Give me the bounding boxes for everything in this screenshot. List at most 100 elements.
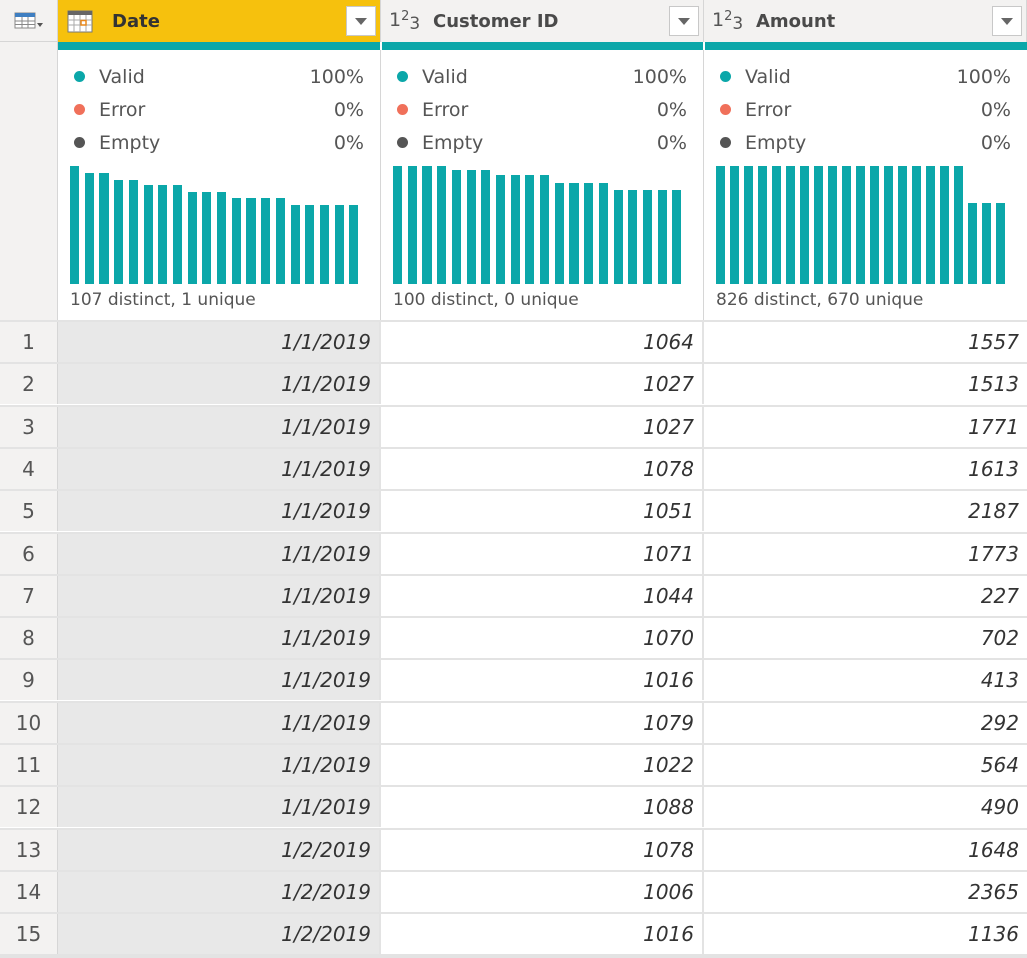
histogram-bar[interactable] bbox=[143, 184, 153, 284]
histogram-bar[interactable] bbox=[642, 189, 653, 284]
histogram-bar[interactable] bbox=[786, 166, 795, 284]
histogram-bar[interactable] bbox=[598, 182, 608, 284]
histogram-bar[interactable] bbox=[466, 169, 476, 284]
histogram-bar[interactable] bbox=[525, 175, 535, 284]
histogram-bar[interactable] bbox=[231, 197, 241, 284]
histogram-bar[interactable] bbox=[275, 197, 285, 284]
cell-customer-id[interactable]: 1022 bbox=[381, 745, 704, 785]
histogram-bar[interactable] bbox=[422, 166, 432, 284]
cell-amount[interactable]: 227 bbox=[704, 576, 1027, 616]
histogram-bar[interactable] bbox=[217, 191, 227, 284]
cell-amount[interactable]: 490 bbox=[704, 787, 1027, 827]
histogram-bar[interactable] bbox=[772, 166, 781, 284]
histogram-bar[interactable] bbox=[290, 204, 300, 284]
histogram-bar[interactable] bbox=[940, 166, 949, 284]
row-number[interactable]: 12 bbox=[0, 787, 58, 828]
cell-customer-id[interactable]: 1070 bbox=[381, 618, 704, 659]
table-menu-button[interactable] bbox=[0, 0, 58, 42]
histogram-bar[interactable] bbox=[569, 182, 579, 284]
histogram-bar[interactable] bbox=[172, 184, 183, 284]
histogram-bar[interactable] bbox=[481, 169, 491, 284]
histogram-bar[interactable] bbox=[584, 182, 594, 284]
row-number[interactable]: 1 bbox=[0, 322, 58, 362]
row-number[interactable]: 6 bbox=[0, 533, 58, 574]
cell-customer-id[interactable]: 1078 bbox=[381, 448, 704, 489]
cell-amount[interactable]: 1557 bbox=[704, 322, 1027, 362]
row-number[interactable]: 10 bbox=[0, 702, 58, 743]
histogram-bar[interactable] bbox=[554, 182, 564, 284]
histogram-bar[interactable] bbox=[730, 166, 739, 284]
cell-date[interactable]: 1/1/2019 bbox=[58, 491, 381, 532]
histogram-bar[interactable] bbox=[758, 166, 767, 284]
column-header-customer-id[interactable]: 123 Customer ID bbox=[381, 0, 704, 42]
row-number[interactable]: 8 bbox=[0, 618, 58, 659]
histogram-bar[interactable] bbox=[261, 197, 271, 284]
column-header-amount[interactable]: 123 Amount bbox=[704, 0, 1027, 42]
histogram-bar[interactable] bbox=[305, 204, 315, 284]
histogram-bar[interactable] bbox=[954, 166, 963, 284]
histogram-bar[interactable] bbox=[842, 166, 851, 284]
histogram-bar[interactable] bbox=[349, 204, 359, 284]
histogram-bar[interactable] bbox=[451, 169, 461, 284]
row-number[interactable]: 4 bbox=[0, 448, 58, 489]
column-filter-dropdown[interactable] bbox=[669, 6, 699, 36]
histogram-bar[interactable] bbox=[437, 166, 447, 284]
histogram-bar[interactable] bbox=[898, 166, 907, 284]
histogram-bar[interactable] bbox=[187, 191, 197, 284]
cell-date[interactable]: 1/1/2019 bbox=[58, 364, 381, 405]
histogram-bar[interactable] bbox=[716, 166, 725, 284]
histogram-bar[interactable] bbox=[912, 166, 921, 284]
histogram-bar[interactable] bbox=[657, 189, 667, 284]
histogram-bar[interactable] bbox=[982, 202, 991, 284]
histogram-bar[interactable] bbox=[540, 175, 550, 284]
cell-customer-id[interactable]: 1064 bbox=[381, 322, 704, 362]
cell-customer-id[interactable]: 1027 bbox=[381, 364, 704, 405]
histogram-bar[interactable] bbox=[407, 166, 417, 284]
cell-date[interactable]: 1/1/2019 bbox=[58, 618, 381, 659]
row-number[interactable]: 11 bbox=[0, 745, 58, 785]
row-number[interactable]: 5 bbox=[0, 491, 58, 532]
cell-customer-id[interactable]: 1079 bbox=[381, 702, 704, 743]
row-number[interactable]: 14 bbox=[0, 871, 58, 912]
histogram-bar[interactable] bbox=[744, 166, 753, 284]
cell-customer-id[interactable]: 1016 bbox=[381, 914, 704, 955]
histogram-bar[interactable] bbox=[800, 166, 809, 284]
histogram-bar[interactable] bbox=[672, 189, 682, 284]
row-number[interactable]: 9 bbox=[0, 660, 58, 701]
column-filter-dropdown[interactable] bbox=[992, 6, 1022, 36]
histogram-bar[interactable] bbox=[319, 204, 330, 284]
cell-customer-id[interactable]: 1078 bbox=[381, 829, 704, 870]
cell-amount[interactable]: 564 bbox=[704, 745, 1027, 785]
cell-date[interactable]: 1/2/2019 bbox=[58, 829, 381, 870]
cell-date[interactable]: 1/1/2019 bbox=[58, 702, 381, 743]
value-distribution-chart[interactable] bbox=[716, 166, 1010, 284]
cell-amount[interactable]: 1771 bbox=[704, 407, 1027, 447]
histogram-bar[interactable] bbox=[70, 166, 80, 284]
cell-customer-id[interactable]: 1071 bbox=[381, 533, 704, 574]
histogram-bar[interactable] bbox=[968, 202, 977, 284]
cell-amount[interactable]: 1136 bbox=[704, 914, 1027, 954]
cell-customer-id[interactable]: 1006 bbox=[381, 871, 704, 912]
cell-customer-id[interactable]: 1044 bbox=[381, 575, 704, 616]
cell-amount[interactable]: 413 bbox=[704, 660, 1027, 700]
cell-amount[interactable]: 1648 bbox=[704, 830, 1027, 870]
histogram-bar[interactable] bbox=[334, 204, 344, 284]
column-filter-dropdown[interactable] bbox=[346, 6, 376, 36]
histogram-bar[interactable] bbox=[99, 173, 109, 284]
histogram-bar[interactable] bbox=[814, 166, 823, 284]
cell-customer-id[interactable]: 1051 bbox=[381, 491, 704, 532]
cell-date[interactable]: 1/1/2019 bbox=[58, 533, 381, 574]
cell-amount[interactable]: 1613 bbox=[704, 449, 1027, 489]
histogram-bar[interactable] bbox=[628, 189, 638, 284]
cell-date[interactable]: 1/1/2019 bbox=[58, 745, 381, 785]
histogram-bar[interactable] bbox=[996, 202, 1005, 284]
histogram-bar[interactable] bbox=[128, 180, 138, 284]
histogram-bar[interactable] bbox=[613, 189, 623, 284]
cell-date[interactable]: 1/1/2019 bbox=[58, 660, 381, 701]
histogram-bar[interactable] bbox=[246, 197, 256, 284]
cell-amount[interactable]: 702 bbox=[704, 618, 1027, 658]
cell-amount[interactable]: 292 bbox=[704, 703, 1027, 743]
cell-date[interactable]: 1/1/2019 bbox=[58, 787, 381, 828]
cell-amount[interactable]: 2365 bbox=[704, 872, 1027, 912]
histogram-bar[interactable] bbox=[870, 166, 879, 284]
